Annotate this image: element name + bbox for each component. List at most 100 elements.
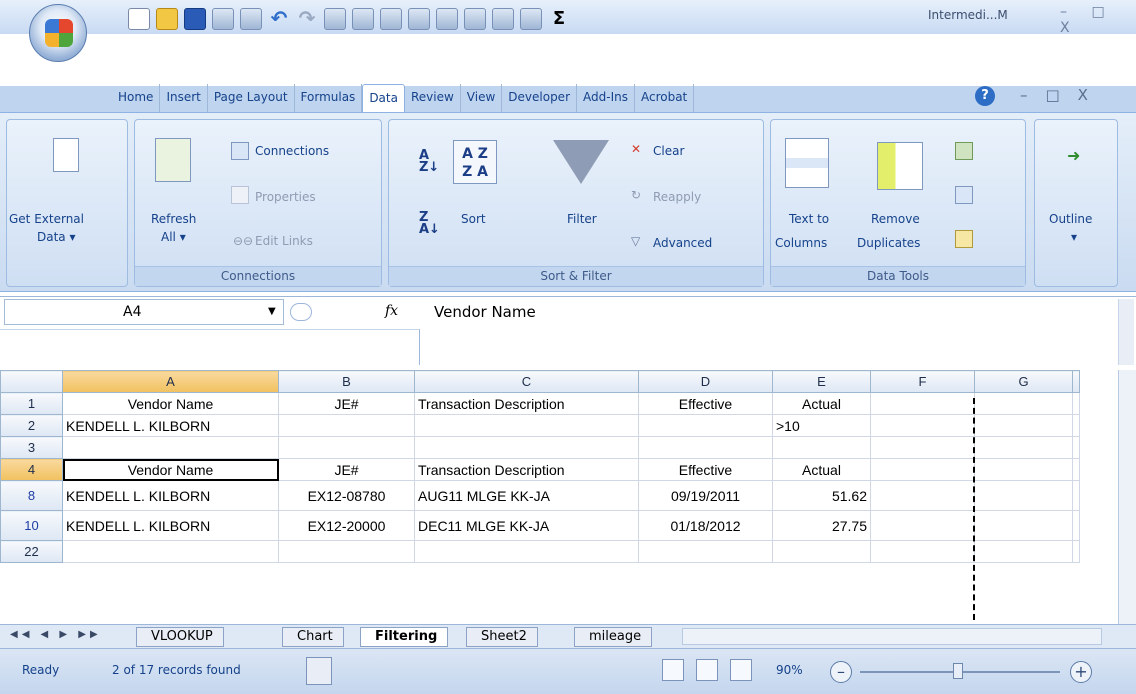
remove-duplicates-icon[interactable] <box>877 142 923 190</box>
data-validation-icon[interactable] <box>955 142 973 160</box>
cell[interactable]: 09/19/2011 <box>638 480 773 511</box>
ribbon-window-controls[interactable]: –□X <box>1020 86 1106 104</box>
cell[interactable] <box>870 458 975 481</box>
cell[interactable] <box>638 436 773 459</box>
cell[interactable] <box>278 540 415 563</box>
row-header[interactable]: 22 <box>0 540 63 563</box>
cell[interactable] <box>870 540 975 563</box>
cell[interactable] <box>1072 540 1080 563</box>
copy-icon[interactable] <box>212 8 234 30</box>
columns-label[interactable]: Columns <box>775 236 827 250</box>
undo-icon[interactable]: ↶ <box>268 8 290 30</box>
refresh-label2[interactable]: All ▾ <box>161 230 186 244</box>
tab-review[interactable]: Review <box>405 84 461 112</box>
filter-funnel-icon[interactable] <box>553 140 609 184</box>
paste-icon[interactable] <box>240 8 262 30</box>
cell[interactable]: KENDELL L. KILBORN <box>62 480 279 511</box>
cell[interactable]: Effective <box>638 392 773 415</box>
cell[interactable] <box>62 540 279 563</box>
sort-icon[interactable]: A ZZ A <box>453 140 497 184</box>
worksheet-grid[interactable]: ABCDEFG 1 Vendor Name JE# Transaction Descr… <box>0 370 1136 624</box>
cell[interactable] <box>974 480 1073 511</box>
delete-columns-icon[interactable] <box>520 8 542 30</box>
cell[interactable]: Actual <box>772 458 871 481</box>
delete-rows-icon[interactable] <box>492 8 514 30</box>
row-header[interactable]: 1 <box>0 392 63 415</box>
cell[interactable]: >10 <box>772 414 871 437</box>
autosum-icon[interactable]: Σ <box>548 8 570 30</box>
refresh-label[interactable]: Refresh <box>151 212 196 226</box>
row-header[interactable]: 10 <box>0 510 63 541</box>
formula-input[interactable]: Vendor Name <box>434 303 536 321</box>
cell[interactable]: Vendor Name <box>62 458 279 481</box>
tab-add-ins[interactable]: Add-Ins <box>577 84 635 112</box>
group-get-external-data[interactable]: Get External Data ▾ <box>6 119 128 287</box>
cell[interactable]: EX12-20000 <box>278 510 415 541</box>
cell[interactable]: 27.75 <box>772 510 871 541</box>
sort-z-a-icon[interactable]: Z A↓ <box>419 211 440 236</box>
sheet-tab-chart[interactable]: Chart <box>282 627 344 647</box>
vertical-scrollbar[interactable] <box>1118 370 1136 624</box>
row-header[interactable]: 4 <box>0 458 63 481</box>
zoom-slider-thumb[interactable] <box>953 663 963 679</box>
cell[interactable]: KENDELL L. KILBORN <box>62 414 279 437</box>
cell[interactable] <box>870 510 975 541</box>
cell[interactable] <box>638 540 773 563</box>
page-break-view-icon[interactable] <box>730 659 752 681</box>
column-header-e[interactable]: E <box>772 370 871 393</box>
window-controls[interactable]: – □ X <box>1060 4 1136 36</box>
formula-bar-toggle-icon[interactable] <box>290 303 312 321</box>
sheet-tab-filtering[interactable]: Filtering <box>360 627 449 647</box>
cell[interactable] <box>278 436 415 459</box>
cell[interactable]: Transaction Description <box>414 458 639 481</box>
cell[interactable]: KENDELL L. KILBORN <box>62 510 279 541</box>
reapply-button[interactable]: Reapply <box>653 190 701 204</box>
tab-formulas[interactable]: Formulas <box>295 84 363 112</box>
cell[interactable] <box>1072 510 1080 541</box>
office-button[interactable] <box>29 4 87 62</box>
save-icon[interactable] <box>184 8 206 30</box>
cell[interactable]: 01/18/2012 <box>638 510 773 541</box>
sheet-tab-vlookup[interactable]: VLOOKUP <box>136 627 224 647</box>
cell[interactable] <box>1072 414 1080 437</box>
cell[interactable] <box>974 392 1073 415</box>
redo-icon[interactable]: ↷ <box>296 8 318 30</box>
connections-button[interactable]: Connections <box>255 144 329 158</box>
formula-bar-expand-icon[interactable] <box>1118 299 1134 365</box>
tab-acrobat[interactable]: Acrobat <box>635 84 695 112</box>
remove-label[interactable]: Remove <box>871 212 920 226</box>
refresh-all-icon[interactable] <box>155 138 191 182</box>
macro-record-icon[interactable] <box>306 657 332 685</box>
column-header-a[interactable]: A <box>62 370 279 393</box>
row-header[interactable]: 2 <box>0 414 63 437</box>
page-layout-view-icon[interactable] <box>696 659 718 681</box>
cell[interactable] <box>870 392 975 415</box>
normal-view-icon[interactable] <box>662 659 684 681</box>
tab-insert[interactable]: Insert <box>160 84 208 112</box>
cell[interactable] <box>1072 458 1080 481</box>
zoom-level[interactable]: 90% <box>776 663 803 677</box>
cell[interactable] <box>974 510 1073 541</box>
sheet-tab-mileage[interactable]: mileage <box>574 627 653 647</box>
cell[interactable] <box>278 414 415 437</box>
cell[interactable]: Vendor Name <box>62 392 279 415</box>
cell[interactable]: JE# <box>278 458 415 481</box>
column-header-b[interactable]: B <box>278 370 415 393</box>
column-header-d[interactable]: D <box>638 370 773 393</box>
new-document-icon[interactable] <box>128 8 150 30</box>
tab-home[interactable]: Home <box>112 84 161 112</box>
cell[interactable]: EX12-08780 <box>278 480 415 511</box>
cell[interactable] <box>772 540 871 563</box>
insert-rows-icon[interactable] <box>436 8 458 30</box>
filter-button[interactable]: Filter <box>567 212 597 226</box>
print-icon[interactable] <box>408 8 430 30</box>
sheet-tab-sheet2[interactable]: Sheet2 <box>466 627 538 647</box>
cell[interactable] <box>870 480 975 511</box>
tab-page-layout[interactable]: Page Layout <box>208 84 295 112</box>
column-header-c[interactable]: C <box>414 370 639 393</box>
cell[interactable]: Effective <box>638 458 773 481</box>
what-if-analysis-icon[interactable] <box>955 230 973 248</box>
cell[interactable] <box>414 414 639 437</box>
select-all-corner[interactable] <box>0 370 63 393</box>
cell[interactable]: Transaction Description <box>414 392 639 415</box>
